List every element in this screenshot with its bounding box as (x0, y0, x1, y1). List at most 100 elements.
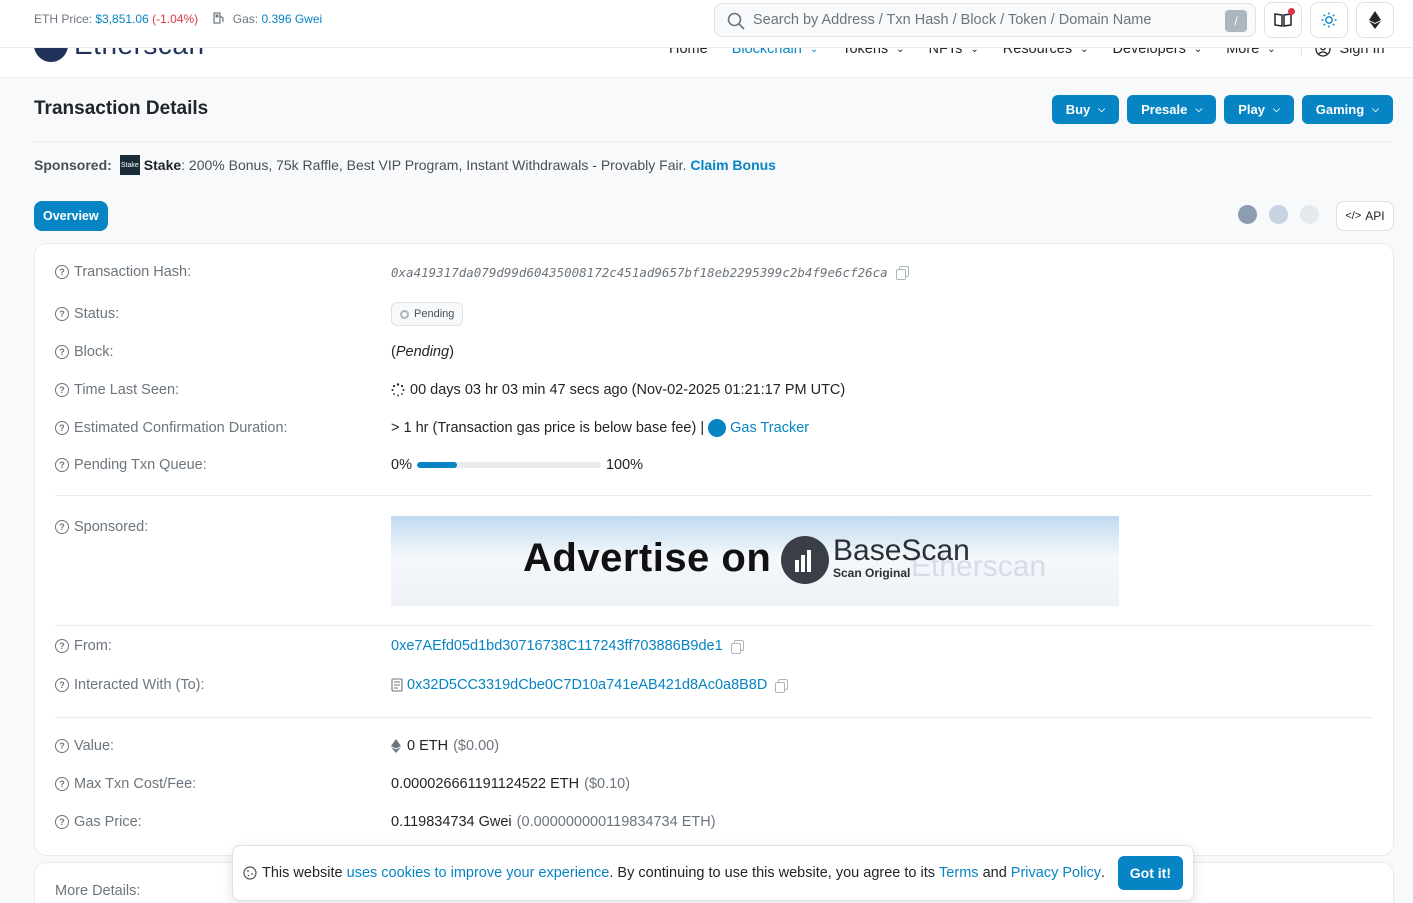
ethereum-icon (1369, 11, 1381, 29)
help-icon[interactable]: ? (55, 265, 69, 279)
copy-icon[interactable] (730, 639, 744, 654)
nav-item-developers[interactable]: Developers ⌄ (1112, 48, 1202, 57)
max-fee-eth: 0.000026661191124522 ETH (391, 776, 580, 792)
carousel-dot[interactable] (1269, 205, 1288, 224)
etherscan-logo-icon (34, 48, 68, 62)
theme-toggle-button[interactable] (1310, 2, 1348, 38)
eth-price-label: ETH Price: (34, 12, 93, 26)
ad-carousel-dots (1238, 205, 1331, 224)
help-icon[interactable]: ? (55, 421, 69, 435)
sponsored-label: Sponsored: (34, 157, 112, 173)
row-status: ? Status: Pending (55, 302, 1373, 326)
carousel-dot[interactable] (1300, 205, 1319, 224)
book-button[interactable] (1264, 2, 1302, 38)
help-icon[interactable]: ? (55, 678, 69, 692)
max-fee-usd: ($0.10) (584, 776, 631, 792)
cookie-policy-link[interactable]: uses cookies to improve your experience (347, 865, 610, 881)
play-button[interactable]: Play ⌵ (1224, 95, 1294, 124)
copy-icon[interactable] (775, 678, 789, 693)
pending-icon (400, 309, 409, 319)
network-button[interactable] (1356, 2, 1394, 38)
help-icon[interactable]: ? (55, 307, 69, 321)
cookie-text: This website (262, 865, 343, 881)
row-block: ? Block: (Pending) (55, 344, 1373, 360)
presale-button[interactable]: Presale ⌵ (1127, 95, 1217, 124)
row-sponsored: ? Sponsored: Etherscan Advertise on BaseS… (55, 516, 1373, 606)
nav-separator: | (1299, 48, 1304, 57)
queue-progress-bar (416, 462, 601, 468)
help-icon[interactable]: ? (55, 345, 69, 359)
nav-item-resources[interactable]: Resources ⌄ (1003, 48, 1089, 57)
sign-in-link[interactable]: Sign In (1315, 48, 1385, 57)
terms-link[interactable]: Terms (939, 865, 978, 881)
gas-value[interactable]: 0.396 Gwei (261, 12, 322, 26)
help-icon[interactable]: ? (55, 383, 69, 397)
row-transaction-hash: ? Transaction Hash: 0xa419317da079d99d604… (55, 264, 1373, 280)
tab-overview[interactable]: Overview (34, 201, 108, 231)
status-badge: Pending (391, 302, 464, 326)
section-divider (55, 625, 1373, 626)
gas-price-gwei: 0.119834734 Gwei (391, 814, 512, 830)
help-icon[interactable]: ? (55, 777, 69, 791)
contract-icon (391, 678, 403, 692)
ad-headline: Advertise on (523, 536, 772, 580)
user-icon (1315, 48, 1332, 57)
gas-price-eth: (0.000000000119834734 ETH) (516, 814, 716, 830)
help-icon[interactable]: ? (55, 815, 69, 829)
accept-cookies-button[interactable]: Got it! (1117, 856, 1183, 890)
spinner-icon (391, 383, 405, 397)
cookie-banner: This website uses cookies to improve you… (232, 845, 1194, 901)
row-time-last-seen: ? Time Last Seen: 00 days 03 hr 03 min 47… (55, 382, 1373, 398)
chevron-down-icon: ⌵ (1195, 104, 1203, 114)
gaming-button[interactable]: Gaming ⌵ (1301, 95, 1393, 124)
nav-item-more[interactable]: More ⌄ (1226, 48, 1275, 57)
queue-max: 100% (605, 457, 644, 473)
gas-tracker-link[interactable]: Gas Tracker (730, 420, 809, 436)
search-bar[interactable]: / (714, 3, 1256, 37)
ad-banner[interactable]: Etherscan Advertise on BaseScan Scan Ori… (391, 516, 1119, 606)
buy-button[interactable]: Buy ⌵ (1051, 95, 1120, 124)
row-estimated-confirmation: ? Estimated Confirmation Duration: > 1 hr… (55, 419, 1373, 437)
search-input[interactable] (753, 9, 1193, 31)
from-address[interactable]: 0xe7AEfd05d1bd30716738C117243ff703886B9d… (391, 638, 723, 654)
help-icon[interactable]: ? (55, 639, 69, 653)
logo-text: Etherscan (74, 48, 205, 61)
top-bar: ETH Price: $3,851.06 (-1.04%) Gas: 0.396… (0, 0, 1413, 48)
nav-item-tokens[interactable]: Tokens ⌄ (842, 48, 904, 57)
row-from: ? From: 0xe7AEfd05d1bd30716738C117243ff70… (55, 638, 1373, 654)
page-title: Transaction Details (34, 98, 209, 119)
api-button[interactable]: </> API (1336, 201, 1394, 231)
sponsor-name: Stake (143, 157, 182, 173)
nav-item-blockchain[interactable]: Blockchain ⌄ (732, 48, 819, 57)
claim-bonus-link[interactable]: Claim Bonus (690, 157, 776, 173)
sponsor-text: : 200% Bonus, 75k Raffle, Best VIP Progr… (181, 157, 687, 173)
main-nav: Etherscan Home Blockchain⌄ Tokens⌄ NFTs⌄… (0, 48, 1413, 78)
estimated-duration: > 1 hr (Transaction gas price is below b… (391, 420, 705, 436)
privacy-policy-link[interactable]: Privacy Policy (1011, 865, 1101, 881)
cookie-and: and (982, 865, 1007, 881)
row-max-fee: ? Max Txn Cost/Fee: 0.000026661191124522 … (55, 776, 1373, 792)
sponsored-bar: Sponsored: Stake Stake : 200% Bonus, 75k… (34, 155, 776, 175)
eth-price-value[interactable]: $3,851.06 (95, 12, 148, 26)
nav-item-nfts[interactable]: NFTs ⌄ (929, 48, 979, 57)
more-details-label[interactable]: More Details: (55, 883, 140, 899)
etherscan-logo[interactable]: Etherscan (34, 48, 205, 62)
market-stats: ETH Price: $3,851.06 (-1.04%) Gas: 0.396… (34, 12, 322, 26)
to-address[interactable]: 0x32D5CC3319dCbe0C7D10a741eAB421d8Ac0a8B… (407, 677, 767, 693)
help-icon[interactable]: ? (55, 520, 69, 534)
help-icon[interactable]: ? (55, 739, 69, 753)
copy-icon[interactable] (895, 265, 909, 280)
gas-label: Gas: (232, 12, 259, 26)
help-icon[interactable]: ? (55, 458, 69, 472)
transaction-details-card: ? Transaction Hash: 0xa419317da079d99d604… (34, 243, 1394, 856)
eth-price-change: (-1.04%) (152, 12, 199, 26)
stake-logo[interactable]: Stake (119, 155, 140, 175)
chevron-down-icon: ⌵ (1098, 104, 1106, 114)
header-divider (34, 141, 1393, 142)
nav-item-home[interactable]: Home (669, 48, 708, 57)
carousel-dot[interactable] (1238, 205, 1257, 224)
chevron-down-icon: ⌄ (1080, 48, 1089, 55)
cookie-text-continued: . By continuing to use this website, you… (609, 865, 936, 881)
chevron-down-icon: ⌄ (970, 48, 979, 55)
queue-min: 0% (391, 457, 412, 473)
